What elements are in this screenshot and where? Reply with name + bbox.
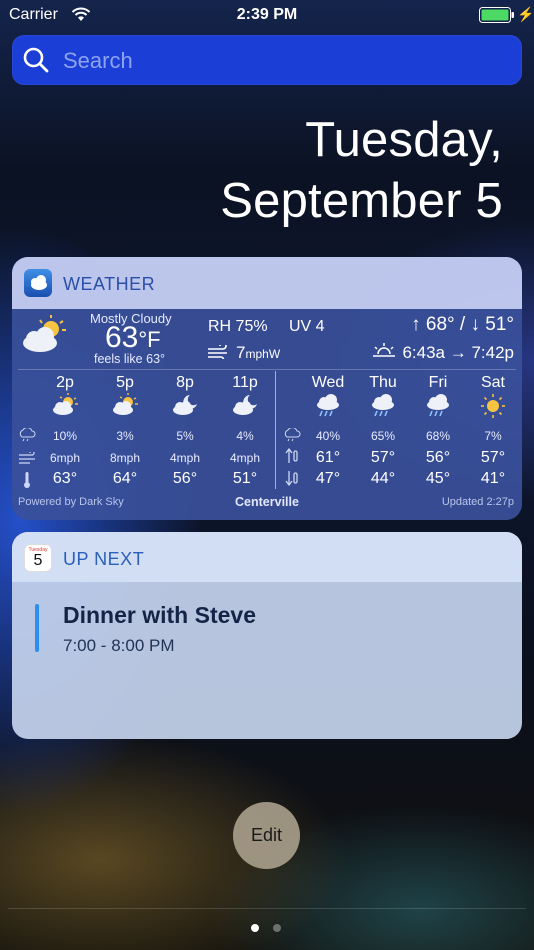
cloudy-night-icon: [170, 393, 200, 422]
daily-column: Thu 65% 57° 44°: [353, 257, 413, 497]
precip-chance: 68%: [425, 429, 451, 443]
wind-speed-hourly: 8mph: [109, 451, 141, 465]
weather-widget[interactable]: WEATHER Mostly Cloudy 63°F feels like 63…: [12, 257, 522, 520]
partly-cloudy-icon: [50, 393, 80, 422]
up-next-title: UP NEXT: [63, 549, 145, 569]
event-time: 7:00 - 8:00 PM: [63, 636, 175, 655]
precip-chance: 5%: [176, 429, 194, 443]
hourly-temp: 64°: [112, 470, 138, 487]
low-temp: 44°: [370, 470, 396, 487]
calendar-app-icon: Tuesday 5: [24, 544, 52, 572]
edit-button[interactable]: Edit: [233, 802, 300, 869]
hourly-temp: 63°: [52, 470, 78, 487]
clock-time: 2:39 PM: [236, 6, 298, 23]
low-temp-icon: [285, 470, 299, 491]
updated-time: Updated 2:27p: [441, 496, 514, 508]
forecast-hour: 5p: [116, 374, 134, 391]
hourly-column: 11p 4% 4mph 51°: [215, 257, 275, 497]
date-weekday: Tuesday,: [305, 113, 503, 167]
charging-bolt-icon: ⚡: [517, 6, 534, 22]
low-temp: 47°: [315, 470, 341, 487]
cloudy-night-icon: [230, 393, 260, 422]
forecast-day: Wed: [311, 374, 345, 391]
rain-icon: [313, 393, 343, 424]
hourly-daily-divider: [275, 371, 276, 489]
forecast-day: Fri: [428, 374, 448, 391]
rain-icon: [368, 393, 398, 424]
high-temp: 57°: [480, 449, 506, 466]
hourly-column: 5p 3% 8mph 64°: [95, 257, 155, 497]
forecast-hour: 11p: [232, 374, 258, 391]
forecast-day: Thu: [369, 374, 397, 391]
partly-cloudy-icon: [110, 393, 140, 422]
rain-icon: [423, 393, 453, 424]
precip-icon: [18, 427, 36, 447]
high-temp-icon: [285, 447, 299, 469]
event-color-bar: [35, 604, 39, 652]
high-temp: 57°: [370, 449, 396, 466]
forecast-day: Sat: [480, 374, 505, 391]
low-temp: 45°: [425, 470, 451, 487]
search-field[interactable]: Search: [12, 35, 522, 85]
precip-chance: 40%: [315, 429, 341, 443]
search-icon: [22, 46, 50, 79]
hourly-temp: 51°: [232, 470, 258, 487]
forecast-hour: 8p: [176, 374, 194, 391]
forecast-hour: 2p: [56, 374, 74, 391]
daily-column: Sat 7% 57° 41°: [463, 257, 522, 497]
precip-chance: 10%: [52, 429, 78, 443]
hourly-column: 8p 5% 4mph 56°: [155, 257, 215, 497]
daily-column: Fri 68% 56° 45°: [408, 257, 468, 497]
calendar-icon-date: 5: [33, 552, 43, 569]
precip-chance: 4%: [236, 429, 254, 443]
wind-speed-hourly: 6mph: [49, 451, 81, 465]
status-bar: Carrier 2:39 PM ⚡: [0, 0, 534, 30]
precip-chance: 3%: [116, 429, 134, 443]
precip-chance: 65%: [370, 429, 396, 443]
wind-speed-hourly: 4mph: [229, 451, 261, 465]
page-indicator-active[interactable]: [251, 924, 259, 932]
page-indicator-inactive[interactable]: [273, 924, 281, 932]
event-title[interactable]: Dinner with Steve: [63, 602, 256, 629]
up-next-widget[interactable]: Tuesday 5 UP NEXT Dinner with Steve 7:00…: [12, 532, 522, 739]
date-header: Tuesday, September 5: [220, 110, 503, 232]
high-temp: 56°: [425, 449, 451, 466]
precip-chance: 7%: [484, 429, 502, 443]
high-temp: 61°: [315, 449, 341, 466]
hourly-temp: 56°: [172, 470, 198, 487]
date-day: September 5: [220, 174, 503, 228]
daily-column: Wed 40% 61° 47°: [298, 257, 358, 497]
search-placeholder: Search: [63, 48, 133, 73]
up-next-header[interactable]: Tuesday 5 UP NEXT: [12, 532, 522, 582]
hourly-column: 2p 10% 6mph 63°: [35, 257, 95, 497]
page-divider: [8, 908, 526, 909]
wind-speed-hourly: 4mph: [169, 451, 201, 465]
low-temp: 41°: [480, 470, 506, 487]
sun-icon: [478, 393, 508, 424]
battery-icon: [479, 7, 515, 28]
thermometer-icon: [22, 471, 32, 494]
